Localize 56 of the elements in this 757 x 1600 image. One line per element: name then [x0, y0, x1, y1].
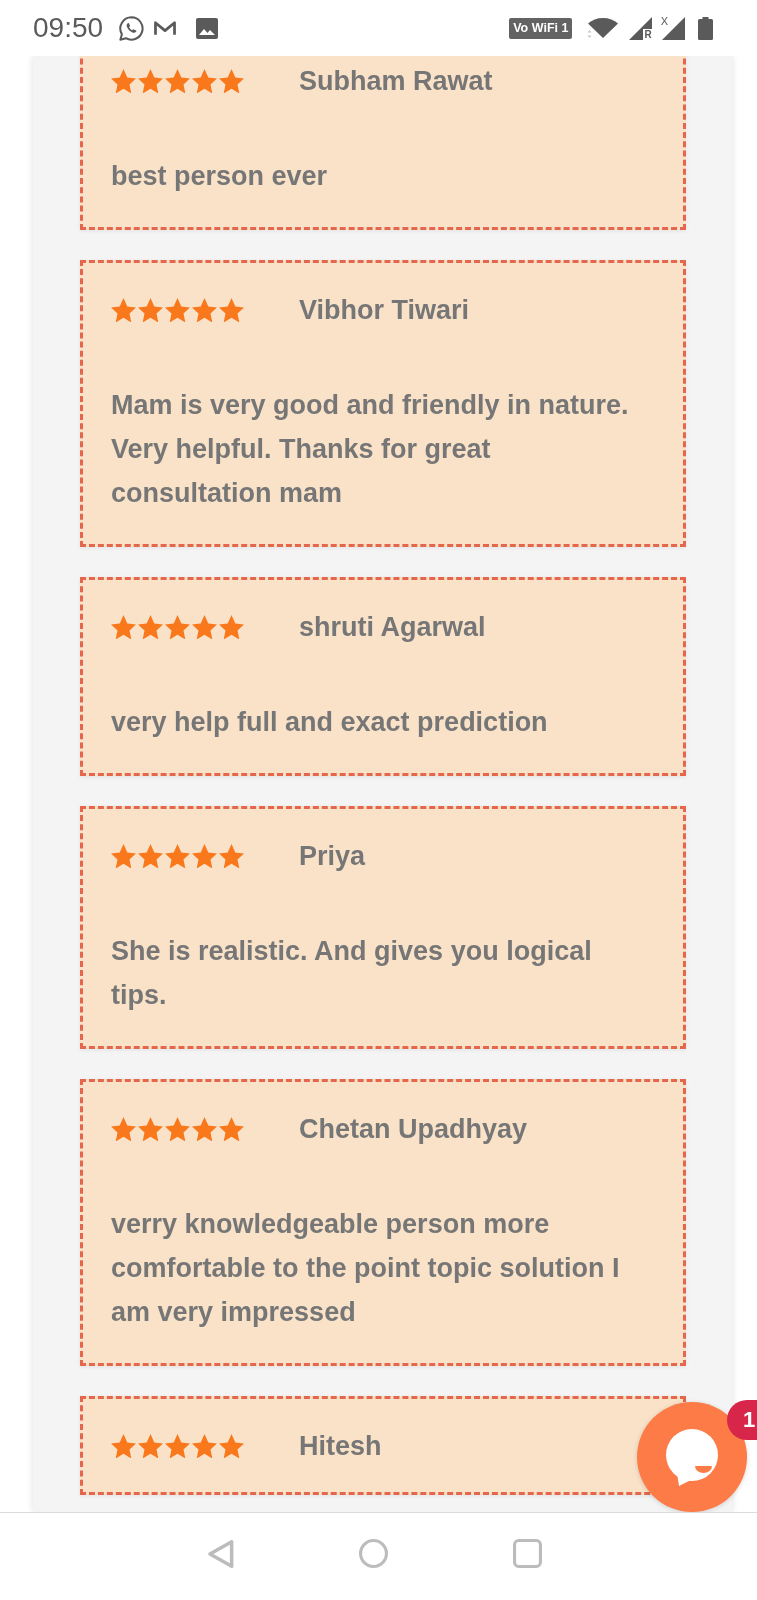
star-icon [192, 614, 217, 640]
star-icon [192, 1433, 217, 1459]
star-icon [111, 843, 136, 869]
image-icon [196, 17, 219, 39]
reviewer-name: Vibhor Tiwari [299, 294, 470, 327]
signal-icon [662, 17, 685, 40]
star-icon [138, 843, 163, 869]
battery-icon [698, 16, 713, 40]
star-icon [219, 1116, 244, 1142]
roaming-mark: R [644, 29, 652, 40]
chat-bubble-icon [665, 1428, 719, 1486]
clock-time: 09:50 [33, 12, 104, 44]
star-icon [111, 1116, 136, 1142]
star-icon [138, 68, 163, 94]
network-badge: Vo WiFi 1 [509, 17, 573, 39]
star-icon [219, 68, 244, 94]
star-icon [192, 1116, 217, 1142]
star-icon [111, 68, 136, 94]
review-text: She is realistic. And gives you logical tips. [111, 935, 593, 1012]
mail-icon [154, 19, 177, 37]
star-icon [165, 1433, 190, 1459]
star-icon [138, 614, 163, 640]
square-icon[interactable] [512, 1539, 542, 1568]
home-icon[interactable] [358, 1539, 388, 1568]
star-icon [192, 843, 217, 869]
star-icon [219, 614, 244, 640]
review-text: very help full and exact prediction [111, 706, 549, 739]
reviewer-name: Priya [299, 840, 366, 873]
reviewer-name: Subham Rawat [299, 65, 493, 98]
star-icon [165, 1116, 190, 1142]
phone-bubble-icon [119, 15, 145, 41]
review-text: best person ever [111, 160, 329, 193]
star-icon [111, 1433, 136, 1459]
star-icon [165, 843, 190, 869]
star-icon [219, 1433, 244, 1459]
star-icon [165, 297, 190, 323]
star-icon [111, 614, 136, 640]
star-icon [192, 68, 217, 94]
no-service-mark: X [660, 16, 668, 26]
wifi-icon [586, 17, 620, 39]
star-icon [165, 614, 190, 640]
review-text: verry knowledgeable person more comfortable to the point topic solution I am very impressed [111, 1208, 621, 1329]
star-icon [138, 297, 163, 323]
star-icon [111, 297, 136, 323]
back-icon[interactable] [206, 1538, 234, 1569]
star-icon [165, 68, 190, 94]
reviewer-name: shruti Agarwal [299, 611, 486, 644]
star-icon [192, 297, 217, 323]
reviewer-name: Hitesh [299, 1430, 382, 1463]
reviewer-name: Chetan Upadhyay [299, 1113, 528, 1146]
star-icon [219, 297, 244, 323]
signal-icon [629, 16, 653, 40]
star-icon [138, 1433, 163, 1459]
review-text: Mam is very good and friendly in nature. Very helpful. Thanks for great consultation mam [111, 389, 630, 510]
star-icon [219, 843, 244, 869]
star-icon [138, 1116, 163, 1142]
